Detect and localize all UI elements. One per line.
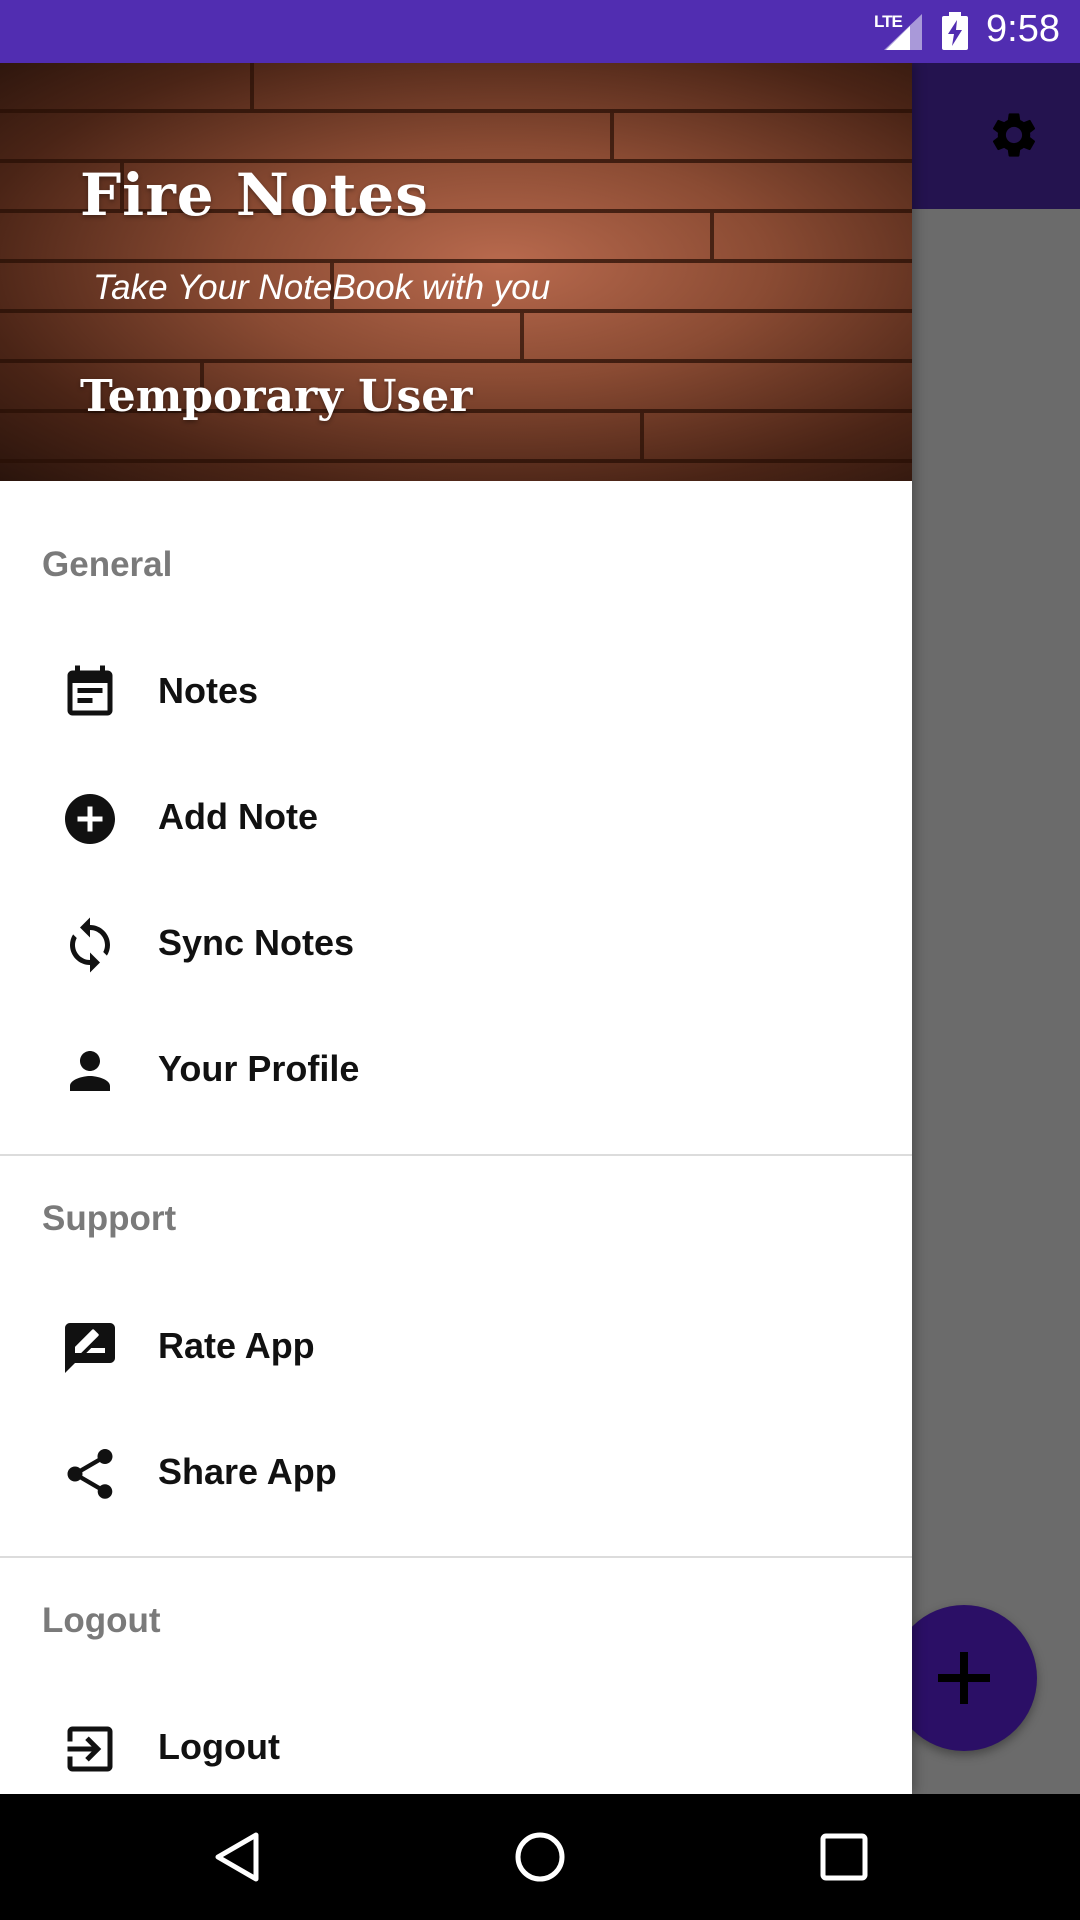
signal-icon [884,14,922,50]
navigation-drawer: Fire Notes Take Your NoteBook with you T… [0,63,912,1794]
drawer-header: Fire Notes Take Your NoteBook with you T… [0,63,912,481]
recents-icon[interactable] [816,1829,872,1885]
menu-item-label: Add Note [158,796,318,837]
menu-item-rate-app[interactable]: Rate App [0,1285,912,1411]
status-bar: LTE 9:58 [0,0,1080,63]
menu-item-label: Your Profile [158,1048,360,1089]
menu-item-share-app[interactable]: Share App [0,1411,912,1537]
menu-item-sync-notes[interactable]: Sync Notes [0,882,912,1008]
section-divider [0,1556,912,1558]
menu-item-label: Rate App [158,1325,315,1366]
user-name: Temporary User [80,371,473,422]
add-icon [938,1652,990,1704]
share-icon [67,1449,113,1499]
section-divider [0,1154,912,1156]
battery-charging-icon [942,12,968,50]
system-navigation-bar [0,1794,1080,1920]
gear-icon[interactable] [987,108,1041,162]
menu-item-label: Notes [158,670,259,711]
section-label-general: General [42,545,173,584]
clock: 9:58 [986,8,1060,50]
menu-item-label: Logout [158,1726,280,1767]
app-title: Fire Notes [80,161,429,229]
menu-item-label: Share App [158,1451,337,1492]
back-icon[interactable] [212,1829,268,1885]
menu-item-logout[interactable]: Logout [0,1686,912,1794]
section-label-support: Support [42,1199,177,1238]
sync-icon [70,917,110,973]
person-icon [70,1051,110,1091]
menu-item-your-profile[interactable]: Your Profile [0,1008,912,1134]
notes-icon [67,665,113,716]
add-note-fab[interactable] [891,1605,1037,1751]
menu-item-notes[interactable]: Notes [0,630,912,756]
home-icon[interactable] [512,1829,568,1885]
section-label-logout: Logout [42,1601,161,1640]
rate-review-icon [65,1323,115,1373]
logout-icon [67,1726,113,1772]
menu-item-label: Sync Notes [158,922,355,963]
app-tagline: Take Your NoteBook with you [93,268,551,307]
add-circle-icon [65,794,115,844]
menu-item-add-note[interactable]: Add Note [0,756,912,882]
